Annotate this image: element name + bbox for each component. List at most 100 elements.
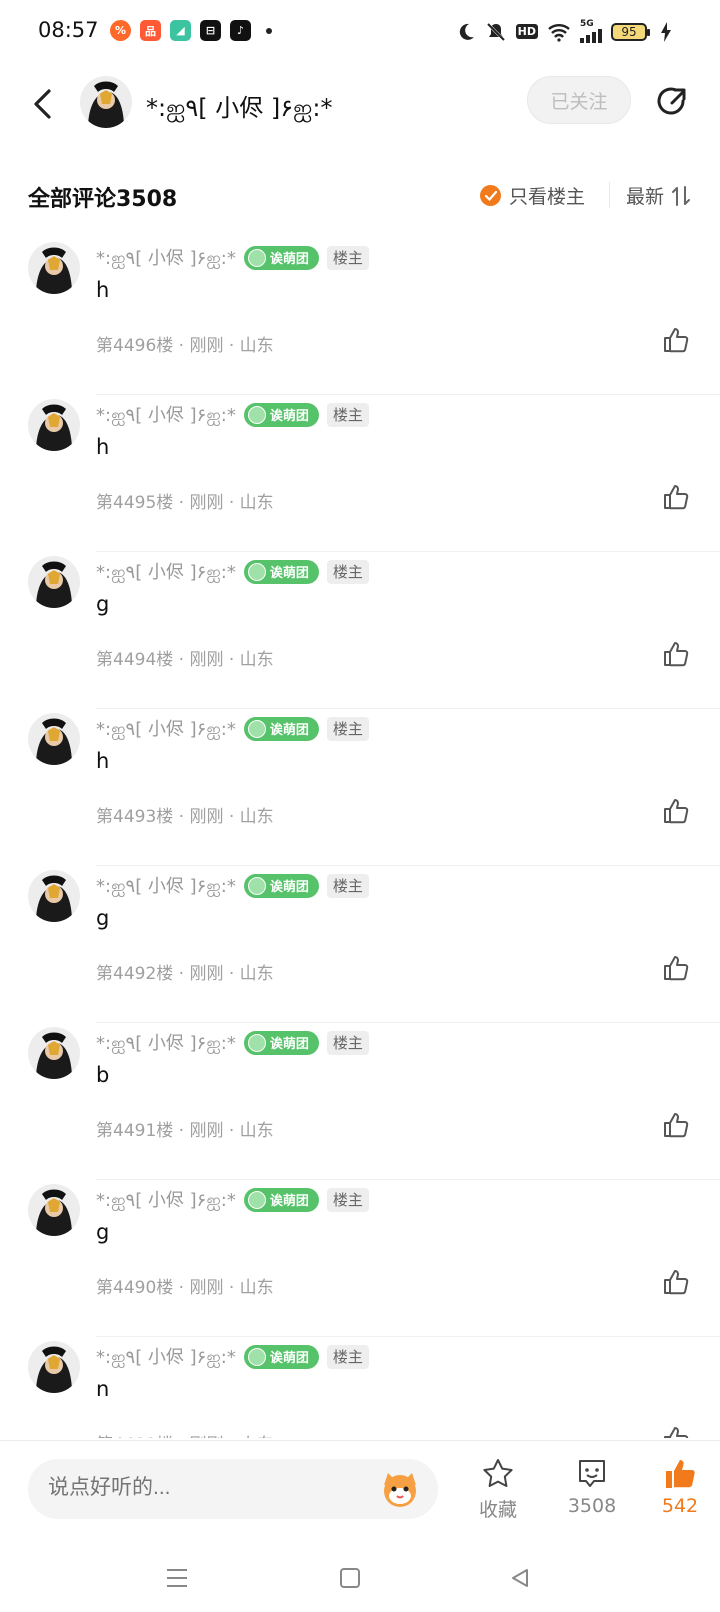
author-avatar[interactable] xyxy=(80,76,132,128)
like-button[interactable] xyxy=(658,1264,694,1300)
comment-item[interactable]: *:ஐ٩[ 小侭 ]۶ஐ:* 诶萌团 楼主 h 第4493楼 · 刚刚 · 山东 xyxy=(0,709,720,866)
follow-button[interactable]: 已关注 xyxy=(527,76,631,124)
commenter-name[interactable]: *:ஐ٩[ 小侭 ]۶ஐ:* xyxy=(96,1343,236,1370)
commenter-avatar[interactable] xyxy=(28,399,80,451)
commenter-avatar[interactable] xyxy=(28,556,80,608)
comment-input-box[interactable] xyxy=(28,1459,438,1519)
fan-badge-icon xyxy=(247,876,266,895)
fan-badge[interactable]: 诶萌团 xyxy=(243,402,319,427)
fan-badge-label: 诶萌团 xyxy=(269,880,309,895)
thumbs-up-icon xyxy=(664,642,689,667)
home-button[interactable] xyxy=(332,1560,368,1596)
comment-meta: *:ஐ٩[ 小侭 ]۶ஐ:* 诶萌团 楼主 xyxy=(96,1029,369,1056)
commenter-name[interactable]: *:ஐ٩[ 小侭 ]۶ஐ:* xyxy=(96,558,236,585)
fan-badge[interactable]: 诶萌团 xyxy=(243,245,319,270)
commenter-name[interactable]: *:ஐ٩[ 小侭 ]۶ஐ:* xyxy=(96,401,236,428)
comment-info: 第4494楼 · 刚刚 · 山东 xyxy=(96,650,274,670)
comment-meta: *:ஐ٩[ 小侭 ]۶ஐ:* 诶萌团 楼主 xyxy=(96,244,369,271)
comment-info: 第4490楼 · 刚刚 · 山东 xyxy=(96,1278,274,1298)
commenter-avatar[interactable] xyxy=(28,1341,80,1393)
only-op-label: 只看楼主 xyxy=(509,186,586,208)
fan-badge-icon xyxy=(247,1347,266,1366)
comment-input[interactable] xyxy=(48,1476,348,1500)
comment-item[interactable]: *:ஐ٩[ 小侭 ]۶ஐ:* 诶萌团 楼主 b 第4491楼 · 刚刚 · 山东 xyxy=(0,1023,720,1180)
thumbs-up-icon xyxy=(664,1113,689,1138)
avatar-image xyxy=(28,870,80,922)
commenter-name[interactable]: *:ஐ٩[ 小侭 ]۶ஐ:* xyxy=(96,244,236,271)
comment-item[interactable]: *:ஐ٩[ 小侭 ]۶ஐ:* 诶萌团 楼主 g 第4494楼 · 刚刚 · 山东 xyxy=(0,552,720,709)
like-button[interactable] xyxy=(658,1421,694,1438)
mascot-emoji-icon[interactable] xyxy=(376,1465,424,1513)
commenter-name[interactable]: *:ஐ٩[ 小侭 ]۶ஐ:* xyxy=(96,1186,236,1213)
op-tag: 楼主 xyxy=(326,245,369,270)
favorite-button[interactable]: 收藏 xyxy=(458,1457,538,1522)
fan-badge-icon xyxy=(247,1190,266,1209)
comment-item[interactable]: *:ஐ٩[ 小侭 ]۶ஐ:* 诶萌团 楼主 h 第4495楼 · 刚刚 · 山东 xyxy=(0,395,720,552)
fan-badge-icon xyxy=(247,405,266,424)
like-button[interactable] xyxy=(658,479,694,515)
back-triangle-icon xyxy=(512,1569,528,1587)
like-button[interactable] xyxy=(658,1107,694,1143)
op-tag: 楼主 xyxy=(326,1187,369,1212)
back-nav-button[interactable] xyxy=(502,1560,538,1596)
system-nav-bar xyxy=(0,1540,720,1612)
fan-badge-icon xyxy=(247,1033,266,1052)
app-icon-4: ⊟ xyxy=(200,20,221,41)
like-button[interactable] xyxy=(658,950,694,986)
fan-badge-label: 诶萌团 xyxy=(269,1037,309,1052)
status-time: 08:57 xyxy=(38,18,99,42)
fan-badge-icon xyxy=(247,562,266,581)
like-button[interactable] xyxy=(658,793,694,829)
comment-item[interactable]: *:ஐ٩[ 小侭 ]۶ஐ:* 诶萌团 楼主 h 第4496楼 · 刚刚 · 山东 xyxy=(0,238,720,395)
only-op-toggle[interactable]: 只看楼主 xyxy=(480,182,585,209)
fan-badge[interactable]: 诶萌团 xyxy=(243,559,319,584)
share-icon xyxy=(657,87,686,115)
comment-item[interactable]: *:ஐ٩[ 小侭 ]۶ஐ:* 诶萌团 楼主 g 第4492楼 · 刚刚 · 山东 xyxy=(0,866,720,1023)
comment-meta: *:ஐ٩[ 小侭 ]۶ஐ:* 诶萌团 楼主 xyxy=(96,1343,369,1370)
menu-button[interactable] xyxy=(159,1560,195,1596)
comment-item[interactable]: *:ஐ٩[ 小侭 ]۶ஐ:* 诶萌团 楼主 n 第4489楼 · 刚刚 · 山东 xyxy=(0,1337,720,1438)
avatar-image xyxy=(28,399,80,451)
thumbs-up-filled-icon xyxy=(666,1460,695,1488)
comments-title: 全部评论3508 xyxy=(28,187,178,212)
fan-badge-label: 诶萌团 xyxy=(269,252,309,267)
like-button[interactable] xyxy=(658,636,694,672)
commenter-name[interactable]: *:ஐ٩[ 小侭 ]۶ஐ:* xyxy=(96,715,236,742)
menu-icon xyxy=(167,1569,187,1587)
commenter-name[interactable]: *:ஐ٩[ 小侭 ]۶ஐ:* xyxy=(96,872,236,899)
thumbs-up-icon xyxy=(664,799,689,824)
fan-badge[interactable]: 诶萌团 xyxy=(243,716,319,741)
fan-badge[interactable]: 诶萌团 xyxy=(243,1187,319,1212)
commenter-avatar[interactable] xyxy=(28,242,80,294)
tiktok-icon: ♪ xyxy=(230,20,251,41)
like-button[interactable] xyxy=(658,322,694,358)
commenter-name[interactable]: *:ஐ٩[ 小侭 ]۶ஐ:* xyxy=(96,1029,236,1056)
star-icon xyxy=(483,1459,513,1487)
status-bar: 08:57 % 品 ◢ ⊟ ♪ HD 5G 95 xyxy=(0,0,720,64)
fan-badge[interactable]: 诶萌团 xyxy=(243,873,319,898)
comment-info: 第4496楼 · 刚刚 · 山东 xyxy=(96,336,274,356)
back-button[interactable] xyxy=(22,84,62,124)
comment-list[interactable]: *:ஐ٩[ 小侭 ]۶ஐ:* 诶萌团 楼主 h 第4496楼 · 刚刚 · 山东 xyxy=(0,238,720,1438)
share-button[interactable] xyxy=(650,80,692,122)
home-square-icon xyxy=(340,1568,360,1588)
sort-toggle[interactable]: 最新 xyxy=(626,182,691,209)
comment-count-button[interactable]: 3508 xyxy=(552,1457,632,1517)
commenter-avatar[interactable] xyxy=(28,1027,80,1079)
author-name[interactable]: *:ஐ٩[ 小侭 ]۶ஐ:* xyxy=(146,88,332,125)
commenter-avatar[interactable] xyxy=(28,870,80,922)
comment-count: 3508 xyxy=(567,1495,617,1517)
commenter-avatar[interactable] xyxy=(28,1184,80,1236)
op-tag: 楼主 xyxy=(326,402,369,427)
avatar-image xyxy=(28,242,80,294)
like-post-button[interactable]: 542 xyxy=(640,1457,720,1517)
fan-badge[interactable]: 诶萌团 xyxy=(243,1344,319,1369)
fan-badge[interactable]: 诶萌团 xyxy=(243,1030,319,1055)
op-tag: 楼主 xyxy=(326,716,369,741)
app-icon-1: % xyxy=(110,20,131,41)
post-header: *:ஐ٩[ 小侭 ]۶ஐ:* 已关注 xyxy=(0,64,720,144)
fan-badge-icon xyxy=(247,248,266,267)
commenter-avatar[interactable] xyxy=(28,713,80,765)
comment-item[interactable]: *:ஐ٩[ 小侭 ]۶ஐ:* 诶萌团 楼主 g 第4490楼 · 刚刚 · 山东 xyxy=(0,1180,720,1337)
comment-meta: *:ஐ٩[ 小侭 ]۶ஐ:* 诶萌团 楼主 xyxy=(96,558,369,585)
